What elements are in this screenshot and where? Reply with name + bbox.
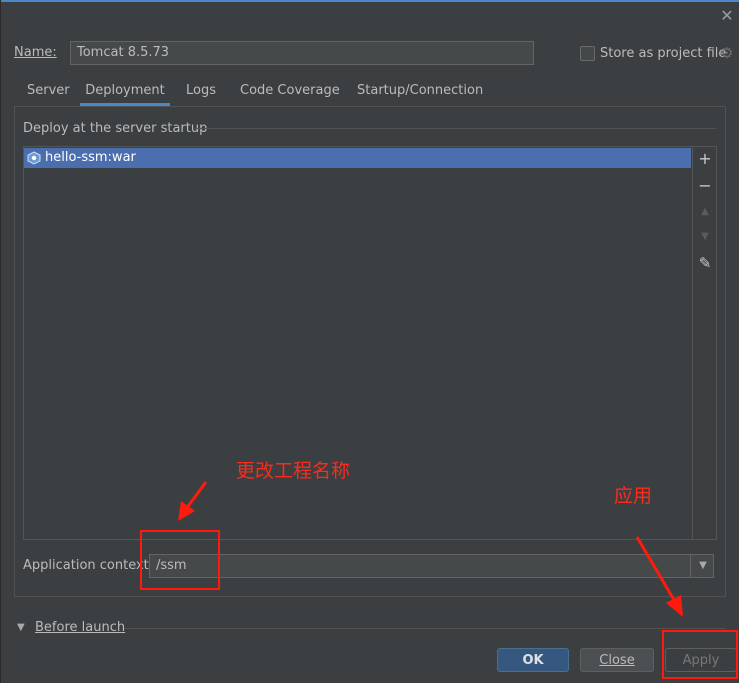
- arrow-to-app-context: [178, 481, 208, 521]
- annotation-arrows: [178, 481, 683, 617]
- arrow-to-apply: [635, 536, 683, 617]
